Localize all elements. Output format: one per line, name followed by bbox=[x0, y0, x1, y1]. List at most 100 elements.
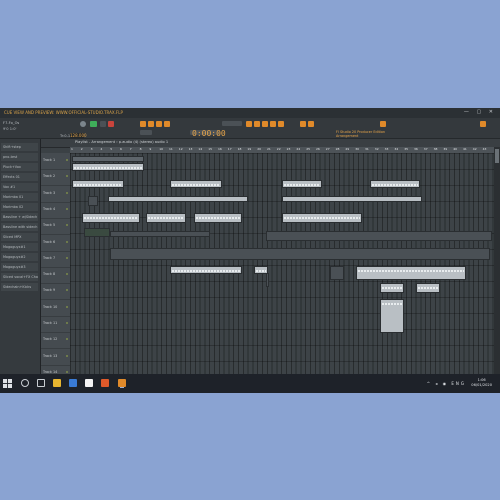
song-time-display: 0:00:00 bbox=[192, 129, 226, 138]
pattern-clip[interactable] bbox=[282, 196, 422, 202]
piano-roll-button[interactable] bbox=[262, 121, 268, 127]
track-header[interactable]: Track 3 bbox=[41, 186, 70, 203]
track-mute-led[interactable] bbox=[66, 338, 68, 341]
channel-rack-button[interactable] bbox=[254, 121, 260, 127]
online-button[interactable] bbox=[380, 121, 386, 127]
plugin-picker-button[interactable] bbox=[300, 121, 306, 127]
track-header[interactable]: Track 11 bbox=[41, 316, 70, 333]
settings-gear-icon[interactable] bbox=[480, 121, 486, 127]
countdown-button[interactable] bbox=[156, 121, 162, 127]
snap-selector[interactable] bbox=[140, 130, 152, 135]
track-label: Track 11 bbox=[43, 321, 58, 325]
help-button[interactable] bbox=[308, 121, 314, 127]
pattern-clip[interactable] bbox=[72, 163, 144, 171]
browser-item[interactable]: Shift+step bbox=[1, 143, 38, 151]
track-header[interactable]: Track 5 bbox=[41, 218, 70, 236]
pattern-clip[interactable] bbox=[416, 283, 440, 293]
pattern-clip[interactable] bbox=[380, 283, 404, 293]
track-mute-led[interactable] bbox=[66, 240, 68, 243]
track-header[interactable]: Track 13 bbox=[41, 349, 70, 366]
record-button[interactable] bbox=[108, 121, 114, 127]
metronome-button[interactable] bbox=[140, 121, 146, 127]
track-list: Track 1 Track 2 Track 3 Track 4 Track 5 Track… bbox=[41, 153, 70, 382]
track-mute-led[interactable] bbox=[66, 305, 68, 308]
browser-item[interactable]: Marimba 01 bbox=[1, 193, 38, 201]
track-mute-led[interactable] bbox=[66, 354, 68, 357]
track-header[interactable]: Track 1 bbox=[41, 153, 70, 170]
browser-item[interactable]: Bassline + w/Sidech bbox=[1, 213, 38, 221]
track-mute-led[interactable] bbox=[66, 191, 68, 194]
track-mute-led[interactable] bbox=[66, 207, 68, 210]
pattern-song-toggle[interactable] bbox=[80, 121, 86, 127]
playlist-grid[interactable] bbox=[70, 153, 494, 381]
track-mute-led[interactable] bbox=[66, 273, 68, 276]
audio-clip[interactable] bbox=[110, 231, 210, 237]
track-header[interactable]: Track 6 bbox=[41, 235, 70, 252]
pattern-clip[interactable] bbox=[82, 213, 140, 223]
pattern-clip[interactable] bbox=[72, 156, 144, 162]
audio-clip[interactable] bbox=[110, 248, 490, 260]
pattern-clip[interactable] bbox=[194, 213, 242, 223]
stop-button[interactable] bbox=[100, 121, 106, 127]
pattern-clip[interactable] bbox=[72, 180, 124, 188]
browser-item[interactable]: Pluck+Vox bbox=[1, 163, 38, 171]
track-header[interactable]: Track 10 bbox=[41, 300, 70, 317]
audio-clip[interactable] bbox=[266, 231, 492, 241]
play-button[interactable] bbox=[90, 121, 97, 127]
track-header[interactable]: Track 8 bbox=[41, 267, 70, 285]
window-controls[interactable]: — ▢ ✕ bbox=[464, 109, 496, 115]
pattern-clip[interactable] bbox=[380, 299, 404, 333]
browser-button[interactable] bbox=[278, 121, 284, 127]
browser-item[interactable]: Sliced MPX bbox=[1, 233, 38, 241]
browser-item[interactable]: Mogoguyx#3 bbox=[1, 263, 38, 271]
vertical-scrollbar[interactable] bbox=[494, 147, 500, 381]
pattern-clip[interactable] bbox=[356, 266, 466, 280]
browser-icon[interactable] bbox=[101, 379, 109, 387]
pattern-clip[interactable] bbox=[108, 196, 248, 202]
audio-clip[interactable] bbox=[330, 266, 344, 280]
track-header[interactable]: Track 4 bbox=[41, 202, 70, 219]
automation-clip[interactable] bbox=[84, 228, 110, 237]
track-header[interactable]: Track 2 bbox=[41, 169, 70, 187]
pattern-clip[interactable] bbox=[282, 180, 322, 188]
track-header[interactable]: Track 12 bbox=[41, 332, 70, 350]
track-mute-led[interactable] bbox=[66, 159, 68, 161]
mixer-button[interactable] bbox=[246, 121, 252, 127]
track-mute-led[interactable] bbox=[66, 289, 68, 292]
fl-studio-taskbar-icon[interactable] bbox=[118, 379, 126, 387]
pattern-clip[interactable] bbox=[170, 266, 242, 274]
scrollbar-thumb[interactable] bbox=[495, 149, 499, 163]
file-explorer-icon[interactable] bbox=[53, 379, 61, 387]
app-icon[interactable] bbox=[85, 379, 93, 387]
track-mute-led[interactable] bbox=[66, 256, 68, 259]
browser-item[interactable]: Vox #1 bbox=[1, 183, 38, 191]
browser-item[interactable]: Mogoguyx#2 bbox=[1, 253, 38, 261]
track-mute-led[interactable] bbox=[66, 322, 68, 324]
track-mute-led[interactable] bbox=[66, 370, 68, 373]
pattern-clip[interactable] bbox=[282, 213, 362, 223]
track-mute-led[interactable] bbox=[66, 175, 68, 178]
browser-item[interactable]: Bassline with sidech bbox=[1, 223, 38, 231]
track-mute-led[interactable] bbox=[66, 224, 68, 227]
taskbar-clock[interactable]: 1:06 06/01/2020 bbox=[471, 378, 492, 388]
windows-start-icon[interactable] bbox=[3, 379, 12, 388]
browser-item[interactable]: Effects 01 bbox=[1, 173, 38, 181]
loop-record-button[interactable] bbox=[164, 121, 170, 127]
browser-item[interactable]: Sliced vocal+FX Chain bbox=[1, 273, 38, 281]
system-tray[interactable]: ^ ◂ ◉ ENG bbox=[427, 381, 466, 386]
pattern-clip[interactable] bbox=[370, 180, 420, 188]
pattern-clip[interactable] bbox=[146, 213, 186, 223]
task-view-icon[interactable] bbox=[37, 379, 45, 387]
track-header[interactable]: Track 7 bbox=[41, 251, 70, 268]
wait-input-button[interactable] bbox=[148, 121, 154, 127]
track-header[interactable]: Track 9 bbox=[41, 283, 70, 301]
playlist-button[interactable] bbox=[270, 121, 276, 127]
store-icon[interactable] bbox=[69, 379, 77, 387]
search-icon[interactable] bbox=[21, 379, 29, 387]
browser-item[interactable]: Sidechain+Kicks bbox=[1, 283, 38, 291]
pattern-clip[interactable] bbox=[170, 180, 222, 188]
browser-item[interactable]: Marimba 02 bbox=[1, 203, 38, 211]
browser-item[interactable]: Mogoguyx#1 bbox=[1, 243, 38, 251]
browser-item[interactable]: pno-test bbox=[1, 153, 38, 161]
pattern-clip[interactable] bbox=[88, 196, 98, 206]
